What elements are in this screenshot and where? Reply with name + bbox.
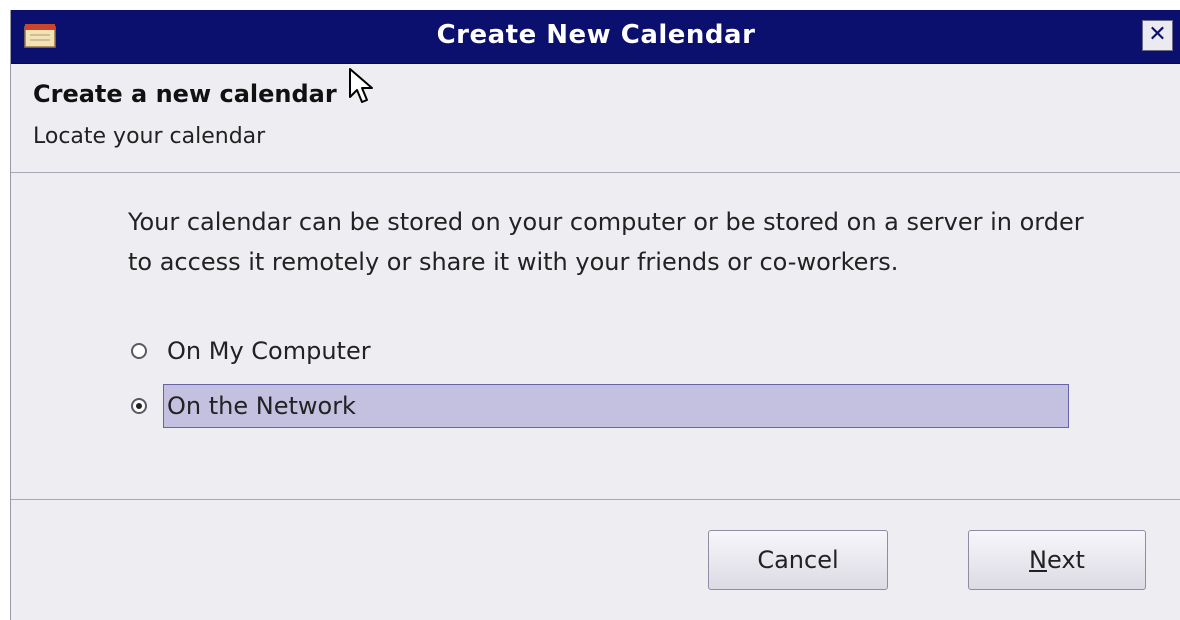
option-label[interactable]: On the Network <box>163 384 1069 428</box>
next-mnemonic: N <box>1029 546 1047 574</box>
option-on-my-computer[interactable]: On My Computer <box>131 328 371 374</box>
cancel-button[interactable]: Cancel <box>708 530 888 590</box>
radio-selected-dot <box>136 403 142 409</box>
next-button[interactable]: Next <box>968 530 1146 590</box>
close-icon: ✕ <box>1148 22 1167 47</box>
title-bar[interactable]: Create New Calendar ✕ <box>11 10 1180 64</box>
next-label: ext <box>1046 546 1085 574</box>
footer-divider <box>11 499 1180 500</box>
option-on-the-network[interactable]: On the Network <box>131 383 1081 429</box>
page-subtitle: Locate your calendar <box>33 124 266 149</box>
window-title: Create New Calendar <box>436 20 756 50</box>
page-title: Create a new calendar <box>33 80 337 108</box>
mouse-pointer-icon <box>349 68 373 103</box>
create-calendar-dialog: Create New Calendar ✕ Create a new calen… <box>10 10 1180 620</box>
header-divider <box>11 172 1180 173</box>
location-description: Your calendar can be stored on your comp… <box>128 208 1084 276</box>
radio-on-the-network[interactable] <box>131 398 147 414</box>
radio-on-my-computer[interactable] <box>131 343 147 359</box>
option-label[interactable]: On My Computer <box>167 337 371 365</box>
close-button[interactable]: ✕ <box>1142 20 1173 51</box>
